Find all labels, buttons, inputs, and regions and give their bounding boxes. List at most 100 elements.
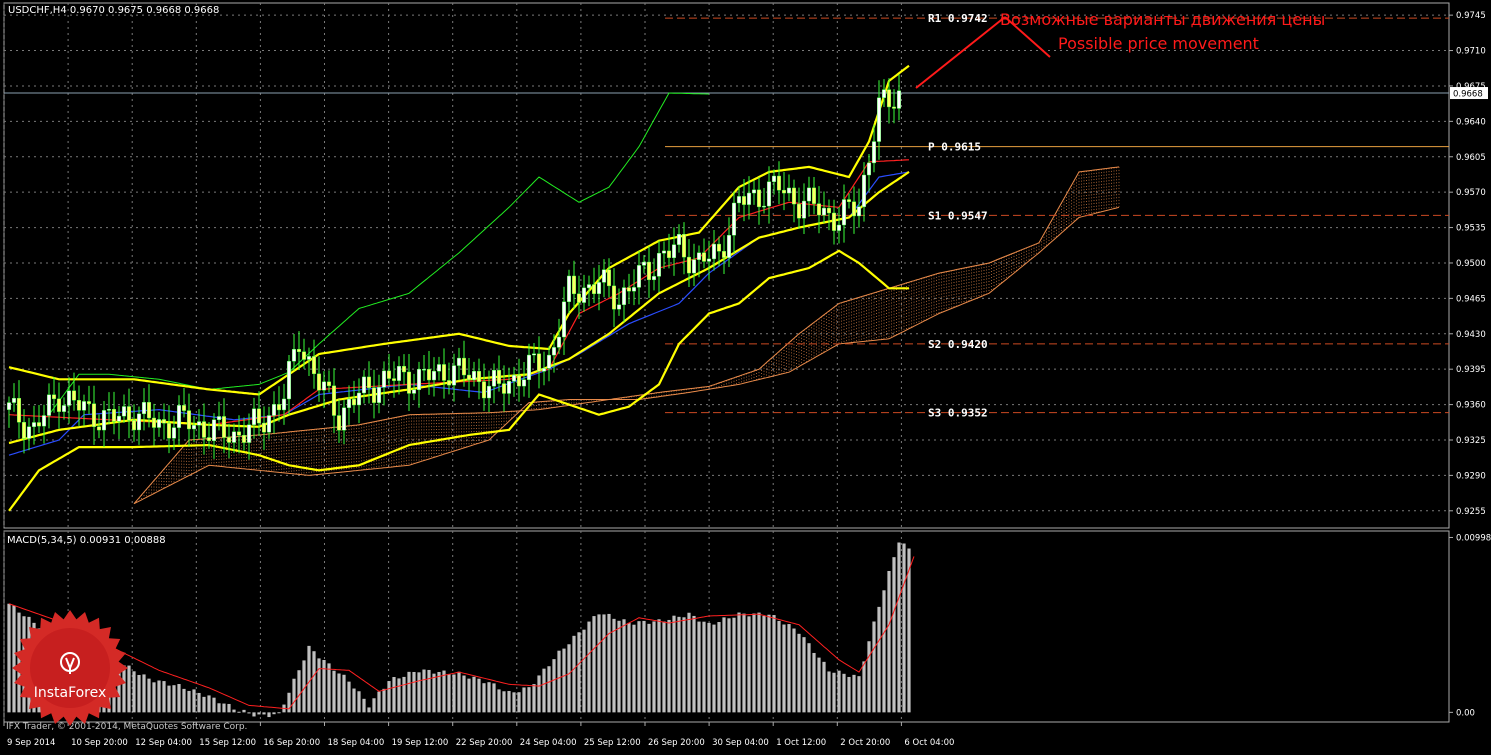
macd-histogram-bar[interactable] xyxy=(347,681,351,713)
candle-body[interactable] xyxy=(236,431,241,436)
macd-histogram-bar[interactable] xyxy=(272,712,276,715)
macd-histogram-bar[interactable] xyxy=(732,617,736,713)
candle-body[interactable] xyxy=(687,256,692,274)
macd-histogram-bar[interactable] xyxy=(612,618,616,713)
macd-histogram-bar[interactable] xyxy=(677,616,681,713)
candle-body[interactable] xyxy=(71,390,76,401)
macd-histogram-bar[interactable] xyxy=(477,678,481,713)
macd-histogram-bar[interactable] xyxy=(697,621,701,713)
candle-body[interactable] xyxy=(527,354,532,380)
candle-body[interactable] xyxy=(812,187,817,204)
candle-body[interactable] xyxy=(342,407,347,431)
macd-histogram-bar[interactable] xyxy=(882,590,886,713)
candle-body[interactable] xyxy=(712,243,717,260)
candle-body[interactable] xyxy=(377,387,382,403)
candle-body[interactable] xyxy=(221,416,226,438)
macd-histogram-bar[interactable] xyxy=(312,651,316,713)
candle-body[interactable] xyxy=(312,356,317,375)
macd-histogram-bar[interactable] xyxy=(552,659,556,713)
candle-body[interactable] xyxy=(332,385,337,416)
macd-histogram-bar[interactable] xyxy=(747,616,751,713)
candle-body[interactable] xyxy=(257,408,262,424)
candle-body[interactable] xyxy=(847,199,852,202)
candle-body[interactable] xyxy=(382,370,387,388)
macd-histogram-bar[interactable] xyxy=(397,678,401,713)
macd-histogram-bar[interactable] xyxy=(592,616,596,713)
candle-body[interactable] xyxy=(522,379,527,387)
macd-histogram-bar[interactable] xyxy=(232,709,236,713)
candle-body[interactable] xyxy=(96,426,101,431)
candle-body[interactable] xyxy=(66,390,71,406)
macd-histogram-bar[interactable] xyxy=(887,570,891,713)
candle-body[interactable] xyxy=(827,207,832,214)
candle-body[interactable] xyxy=(742,196,747,205)
macd-histogram-bar[interactable] xyxy=(702,621,706,713)
candle-body[interactable] xyxy=(777,175,782,191)
macd-histogram-bar[interactable] xyxy=(342,674,346,713)
candle-body[interactable] xyxy=(667,250,672,258)
candle-body[interactable] xyxy=(557,336,562,348)
candle-body[interactable] xyxy=(52,394,57,400)
candle-body[interactable] xyxy=(417,369,422,391)
macd-histogram-bar[interactable] xyxy=(532,684,536,713)
candle-body[interactable] xyxy=(862,174,867,207)
candle-body[interactable] xyxy=(91,403,96,427)
candle-body[interactable] xyxy=(607,269,612,287)
candle-body[interactable] xyxy=(472,370,477,381)
macd-histogram-bar[interactable] xyxy=(717,622,721,713)
macd-histogram-bar[interactable] xyxy=(162,681,166,713)
macd-histogram-bar[interactable] xyxy=(307,645,311,713)
macd-histogram-bar[interactable] xyxy=(687,612,691,713)
candle-body[interactable] xyxy=(62,405,67,412)
candle-body[interactable] xyxy=(582,287,587,303)
candle-body[interactable] xyxy=(677,234,682,245)
macd-histogram-bar[interactable] xyxy=(357,691,361,713)
macd-histogram-bar[interactable] xyxy=(387,681,391,713)
candle-body[interactable] xyxy=(131,419,136,431)
candle-body[interactable] xyxy=(717,243,722,252)
macd-histogram-bar[interactable] xyxy=(262,712,266,715)
candle-body[interactable] xyxy=(57,398,62,412)
macd-histogram-bar[interactable] xyxy=(437,671,441,713)
macd-histogram-bar[interactable] xyxy=(402,676,406,713)
macd-histogram-bar[interactable] xyxy=(787,624,791,713)
candle-body[interactable] xyxy=(757,189,762,208)
candle-body[interactable] xyxy=(627,287,632,292)
macd-histogram-bar[interactable] xyxy=(557,650,561,713)
candle-body[interactable] xyxy=(191,425,196,430)
macd-histogram-bar[interactable] xyxy=(137,674,141,713)
macd-histogram-bar[interactable] xyxy=(142,674,146,713)
macd-histogram-bar[interactable] xyxy=(487,682,491,713)
macd-histogram-bar[interactable] xyxy=(757,612,761,713)
candle-body[interactable] xyxy=(722,251,727,258)
candle-body[interactable] xyxy=(792,187,797,205)
candle-body[interactable] xyxy=(337,415,342,431)
macd-histogram-bar[interactable] xyxy=(132,671,136,713)
macd-histogram-bar[interactable] xyxy=(497,689,501,713)
macd-histogram-bar[interactable] xyxy=(877,606,881,713)
candle-body[interactable] xyxy=(156,419,161,428)
candle-body[interactable] xyxy=(141,402,146,415)
macd-histogram-bar[interactable] xyxy=(872,621,876,713)
macd-histogram-bar[interactable] xyxy=(562,648,566,713)
candle-body[interactable] xyxy=(352,398,357,406)
candle-body[interactable] xyxy=(307,356,312,360)
macd-histogram-bar[interactable] xyxy=(582,629,586,713)
candle-body[interactable] xyxy=(732,202,737,236)
candle-body[interactable] xyxy=(407,371,412,394)
candle-body[interactable] xyxy=(617,304,622,310)
candle-body[interactable] xyxy=(737,196,742,204)
macd-histogram-bar[interactable] xyxy=(457,671,461,713)
candle-body[interactable] xyxy=(397,365,402,381)
candle-body[interactable] xyxy=(872,141,877,164)
macd-histogram-bar[interactable] xyxy=(682,617,686,713)
candle-body[interactable] xyxy=(432,370,437,381)
macd-histogram-bar[interactable] xyxy=(252,712,256,717)
macd-histogram-bar[interactable] xyxy=(492,683,496,713)
macd-histogram-bar[interactable] xyxy=(672,615,676,713)
candle-body[interactable] xyxy=(572,275,577,295)
candle-body[interactable] xyxy=(106,409,111,411)
macd-histogram-bar[interactable] xyxy=(7,603,11,713)
macd-histogram-bar[interactable] xyxy=(707,622,711,713)
candle-body[interactable] xyxy=(27,426,32,439)
